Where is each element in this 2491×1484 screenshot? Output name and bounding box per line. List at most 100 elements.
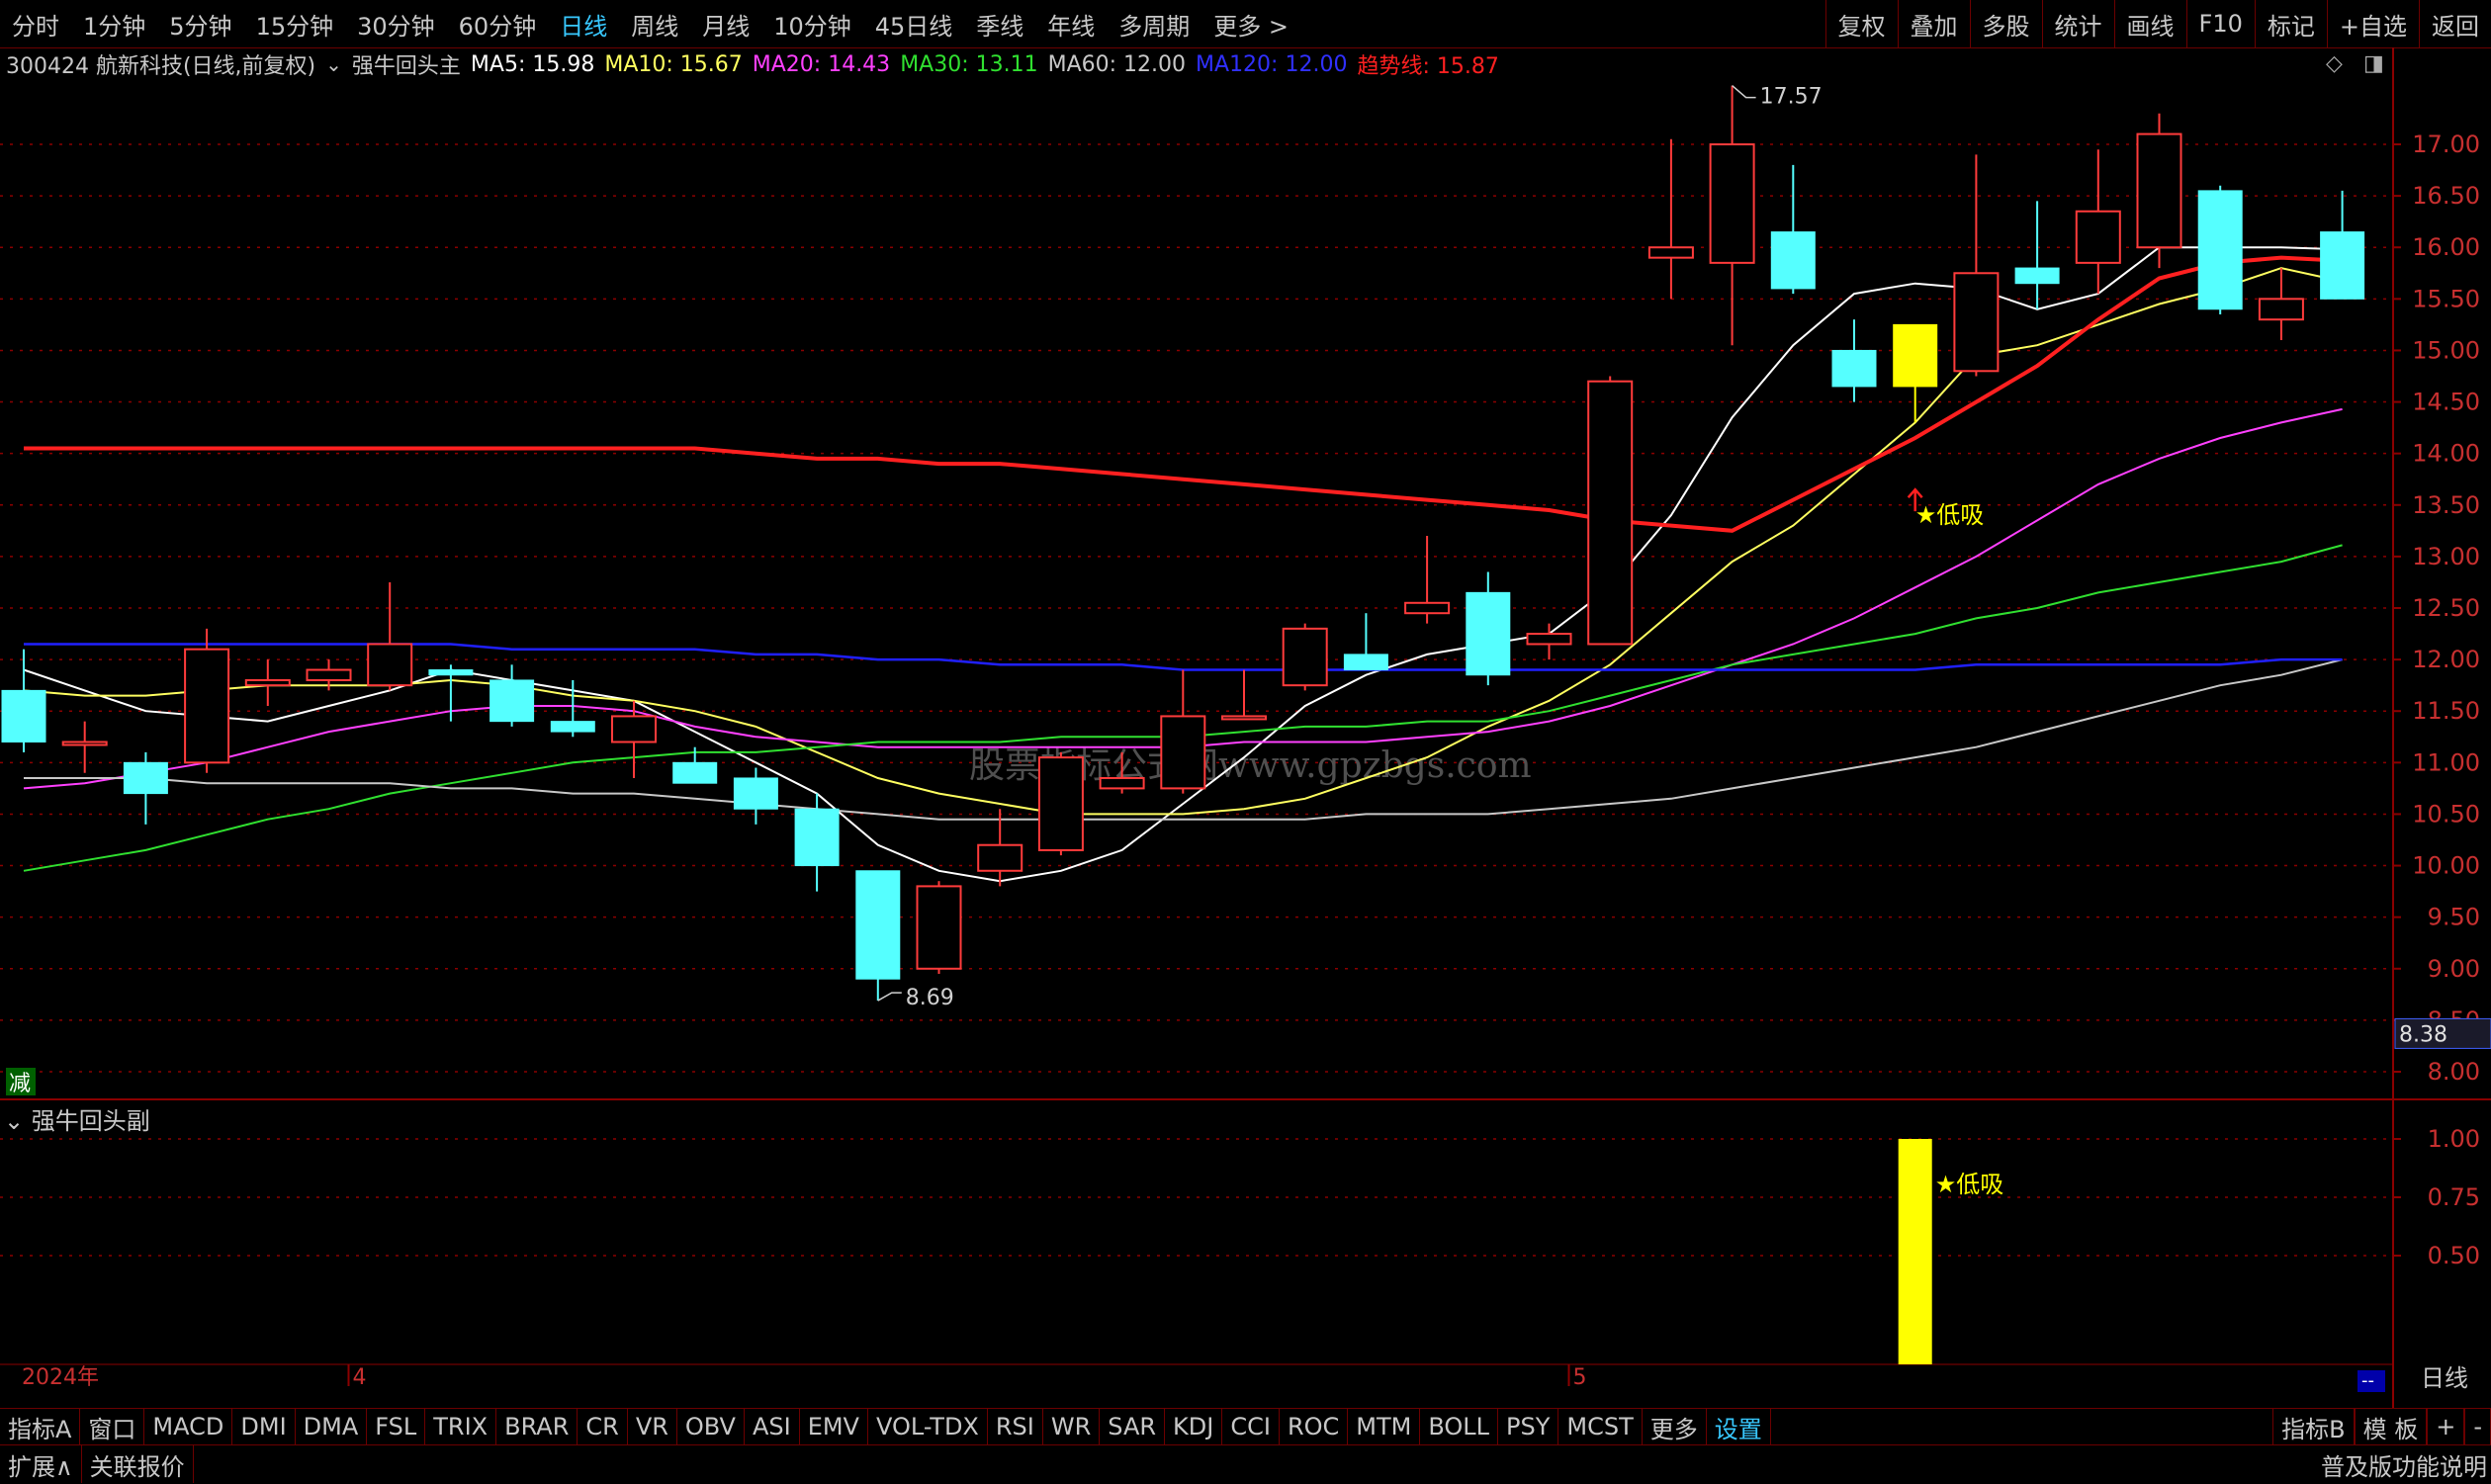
indicator-tab-11[interactable]: ASI bbox=[745, 1409, 800, 1444]
toolbar-button-2[interactable]: 多股 bbox=[1969, 0, 2042, 47]
indicator-tab-21[interactable]: BOLL bbox=[1420, 1409, 1499, 1444]
indicator-tab-5[interactable]: FSL bbox=[367, 1409, 426, 1444]
x-tick-label: 4 bbox=[353, 1365, 367, 1390]
sub-indicator-name[interactable]: 强牛回头副 bbox=[32, 1107, 150, 1135]
signal-bar bbox=[1898, 1139, 1932, 1364]
toolbar-button-4[interactable]: 画线 bbox=[2113, 0, 2186, 47]
indicator-tab-7[interactable]: BRAR bbox=[496, 1409, 578, 1444]
high-label: 17.57 bbox=[1760, 85, 1823, 110]
indicator-tab-20[interactable]: MTM bbox=[1348, 1409, 1421, 1444]
period-tab-14[interactable]: 更多 > bbox=[1201, 7, 1300, 42]
indicator-tab-2[interactable]: MACD bbox=[144, 1409, 233, 1444]
candle-body bbox=[1647, 246, 1694, 259]
toolbar-button-3[interactable]: 统计 bbox=[2041, 0, 2114, 47]
y-tick-label: 9.50 bbox=[2428, 904, 2480, 931]
period-tab-3[interactable]: 15分钟 bbox=[244, 7, 346, 42]
period-tab-4[interactable]: 30分钟 bbox=[345, 7, 447, 42]
feature-help-link[interactable]: 普及版功能说明 bbox=[2321, 1447, 2491, 1482]
candle-body bbox=[1404, 601, 1451, 615]
y-tick-label: 12.50 bbox=[2412, 594, 2480, 622]
indicator-tab-24[interactable]: 更多 bbox=[1643, 1409, 1707, 1444]
y-tick-label: 13.00 bbox=[2412, 543, 2480, 570]
candle-body bbox=[550, 721, 595, 733]
y-tick-label: 16.50 bbox=[2412, 182, 2480, 210]
candle-body bbox=[1037, 756, 1084, 851]
period-tab-8[interactable]: 月线 bbox=[690, 7, 761, 42]
candle-body bbox=[977, 843, 1023, 872]
y-tick-label: 12.00 bbox=[2412, 646, 2480, 673]
candle-body bbox=[489, 679, 535, 723]
period-tab-12[interactable]: 年线 bbox=[1035, 7, 1107, 42]
status-button-0[interactable]: 扩展∧ bbox=[0, 1445, 82, 1483]
y-tick-label: 11.00 bbox=[2412, 748, 2480, 776]
current-price-label: 8.38 bbox=[2399, 1022, 2447, 1047]
toolbar-button-5[interactable]: F10 bbox=[2185, 0, 2255, 47]
period-tab-1[interactable]: 1分钟 bbox=[71, 7, 157, 42]
toolbar-button-6[interactable]: 标记 bbox=[2254, 0, 2327, 47]
side-period-label: 日线 bbox=[2421, 1364, 2468, 1392]
period-tab-11[interactable]: 季线 bbox=[964, 7, 1035, 42]
indicator-tab-16[interactable]: SAR bbox=[1100, 1409, 1166, 1444]
candle-body bbox=[2258, 298, 2304, 321]
candle-body bbox=[1343, 654, 1388, 671]
y-tick-label: 14.50 bbox=[2412, 389, 2480, 416]
toolbar-button-7[interactable]: +自选 bbox=[2326, 0, 2419, 47]
period-tab-0[interactable]: 分时 bbox=[0, 7, 71, 42]
indicator-tab-8[interactable]: CR bbox=[578, 1409, 628, 1444]
toolbar-button-1[interactable]: 叠加 bbox=[1897, 0, 1970, 47]
indicator-tab-25[interactable]: 设置 bbox=[1707, 1409, 1771, 1444]
indicator-tab-3[interactable]: DMI bbox=[232, 1409, 296, 1444]
indicator-right-button-3[interactable]: - bbox=[2464, 1409, 2491, 1444]
y-tick-label: 17.00 bbox=[2412, 131, 2480, 158]
period-tab-10[interactable]: 45日线 bbox=[863, 7, 965, 42]
buy-signal-label: ★低吸 bbox=[1915, 501, 1985, 529]
indicator-tab-14[interactable]: RSI bbox=[988, 1409, 1043, 1444]
indicator-tab-17[interactable]: KDJ bbox=[1165, 1409, 1223, 1444]
toolbar-button-8[interactable]: 返回 bbox=[2419, 0, 2491, 47]
candle-body bbox=[794, 808, 840, 867]
indicator-tab-22[interactable]: PSY bbox=[1498, 1409, 1559, 1444]
period-tab-2[interactable]: 5分钟 bbox=[157, 7, 243, 42]
indicator-tab-0[interactable]: 指标A bbox=[0, 1409, 81, 1444]
indicator-right-button-0[interactable]: 指标B bbox=[2272, 1409, 2355, 1444]
high-marker bbox=[1732, 85, 1756, 99]
candle-body bbox=[2197, 190, 2243, 310]
indicator-tab-15[interactable]: WR bbox=[1043, 1409, 1101, 1444]
indicator-tab-23[interactable]: MCST bbox=[1558, 1409, 1643, 1444]
indicator-tab-9[interactable]: VR bbox=[628, 1409, 677, 1444]
sub-indicator-toggle-icon[interactable]: ⌄ bbox=[4, 1107, 24, 1135]
kline-chart[interactable]: 17.00 16.50 16.00 15.50 15.00 14.50 14.00 13.50… bbox=[0, 47, 2491, 1408]
indicator-tab-1[interactable]: 窗口 bbox=[80, 1409, 145, 1444]
candle-body bbox=[2075, 210, 2121, 264]
indicator-tab-4[interactable]: DMA bbox=[296, 1409, 368, 1444]
period-tab-5[interactable]: 60分钟 bbox=[447, 7, 549, 42]
period-tab-13[interactable]: 多周期 bbox=[1107, 7, 1201, 42]
candle-body bbox=[123, 761, 168, 795]
period-tab-9[interactable]: 10分钟 bbox=[761, 7, 863, 42]
indicator-tab-18[interactable]: CCI bbox=[1222, 1409, 1280, 1444]
indicator-tab-6[interactable]: TRIX bbox=[425, 1409, 497, 1444]
indicator-right-button-1[interactable]: 模 板 bbox=[2354, 1409, 2428, 1444]
indicator-tab-19[interactable]: ROC bbox=[1280, 1409, 1349, 1444]
indicator-tab-10[interactable]: OBV bbox=[677, 1409, 745, 1444]
candle-body bbox=[61, 741, 108, 746]
sub-y-tick-label: 1.00 bbox=[2428, 1125, 2480, 1153]
candle-body bbox=[1221, 715, 1267, 721]
y-tick-label: 15.00 bbox=[2412, 336, 2480, 364]
candle-body bbox=[1466, 591, 1511, 676]
status-button-1[interactable]: 关联报价 bbox=[82, 1445, 194, 1483]
indicator-right-button-2[interactable]: + bbox=[2427, 1409, 2465, 1444]
period-tab-6[interactable]: 日线 bbox=[548, 7, 619, 42]
x-tick-label: 5 bbox=[1573, 1365, 1587, 1390]
candle-body bbox=[2136, 132, 2182, 249]
candle-body bbox=[1, 689, 46, 742]
candle-body bbox=[855, 870, 901, 980]
candle-body bbox=[184, 648, 230, 764]
period-tabs: 分时 1分钟 5分钟 15分钟 30分钟 60分钟 日线 周线 月线 10分钟 45日线 季线 年线 多周… bbox=[0, 0, 1300, 47]
toolbar-button-0[interactable]: 复权 bbox=[1824, 0, 1898, 47]
period-toolbar: 分时 1分钟 5分钟 15分钟 30分钟 60分钟 日线 周线 月线 10分钟 45日线 季线 年线 多周… bbox=[0, 0, 2491, 48]
indicator-tab-13[interactable]: VOL-TDX bbox=[868, 1409, 988, 1444]
period-tab-7[interactable]: 周线 bbox=[619, 7, 690, 42]
indicator-tab-12[interactable]: EMV bbox=[800, 1409, 868, 1444]
low-marker bbox=[877, 992, 902, 1002]
